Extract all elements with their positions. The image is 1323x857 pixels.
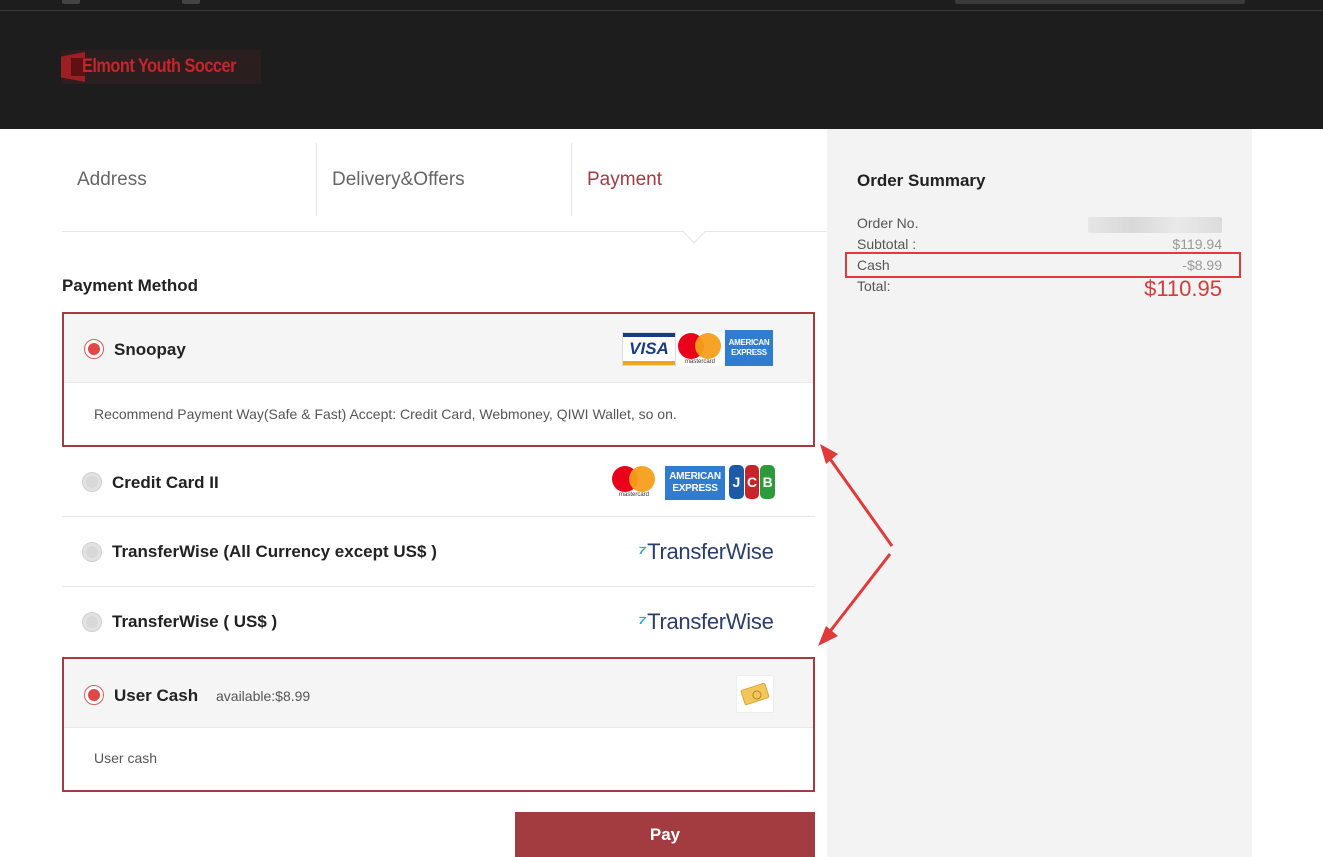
steps-divider: [62, 231, 827, 232]
payment-method-title: Payment Method: [62, 276, 199, 295]
visa-icon: VISA: [622, 332, 676, 366]
arrow-down-line: [826, 553, 892, 635]
payment-option-label: Snoopay: [114, 340, 186, 359]
active-step-caret: [682, 220, 706, 244]
payment-option-credit-card-ii[interactable]: Credit Card II mastercard AMERICAN EXPRES…: [62, 447, 815, 517]
mastercard-icon: mastercard: [676, 332, 724, 366]
payment-option-description: User cash: [94, 750, 158, 766]
amex-icon: AMERICAN EXPRESS: [665, 466, 725, 500]
site-logo[interactable]: Elmont Youth Soccer: [61, 50, 261, 84]
payment-option-description: Recommend Payment Way(Safe & Fast) Accep…: [94, 406, 677, 422]
user-cash-radio[interactable]: [84, 685, 104, 705]
payment-option-label: User Cash: [114, 686, 199, 705]
order-number-label: Order No.: [857, 215, 919, 231]
payment-option-header[interactable]: User Cash available:$8.99: [64, 659, 813, 728]
transferwise-usd-radio[interactable]: [82, 612, 102, 632]
total-label: Total:: [857, 278, 891, 294]
logo-mark-icon: [61, 50, 85, 84]
user-cash-available: available:$8.99: [216, 688, 311, 704]
payment-option-transferwise-all[interactable]: TransferWise (All Currency except US$ ) …: [62, 517, 815, 587]
mastercard-icon: mastercard: [610, 465, 658, 499]
step-payment[interactable]: Payment: [572, 143, 827, 216]
step-label: Address: [77, 168, 147, 190]
order-number-value-redacted: [1088, 217, 1222, 233]
checkout-steps: Address Delivery&Offers Payment: [62, 143, 827, 216]
transferwise-logo: ⁷ TransferWise: [638, 539, 774, 564]
payment-option-header[interactable]: Snoopay VISA mastercard AMERICAN EXPRESS: [64, 314, 813, 383]
step-label: Payment: [587, 168, 662, 190]
transferwise-logo: ⁷ TransferWise: [638, 609, 774, 634]
header-topbar-icon[interactable]: [62, 0, 80, 4]
arrow-up-line: [826, 455, 894, 547]
order-number-row: Order No.: [857, 215, 1222, 233]
site-header: Elmont Youth Soccer: [0, 0, 1323, 129]
step-delivery-offers[interactable]: Delivery&Offers: [317, 143, 572, 216]
arrow-up-head: [820, 444, 838, 464]
payment-option-label: Credit Card II: [112, 473, 219, 492]
step-address[interactable]: Address: [62, 143, 317, 216]
payment-option-label: TransferWise ( US$ ): [112, 612, 278, 631]
logo-text: Elmont Youth Soccer: [82, 56, 236, 77]
jcb-icon: J C B: [729, 465, 776, 499]
cash-icon: [736, 675, 774, 713]
header-topbar-icon[interactable]: [182, 0, 200, 4]
pay-button[interactable]: Pay: [515, 812, 815, 857]
payment-option-transferwise-usd[interactable]: TransferWise ( US$ ) ⁷ TransferWise: [62, 587, 815, 657]
amex-icon: AMERICAN EXPRESS: [725, 330, 773, 366]
payment-option-user-cash[interactable]: User Cash available:$8.99 User cash: [62, 657, 815, 792]
annotation-arrows: [818, 444, 894, 646]
snoopay-radio[interactable]: [84, 339, 104, 359]
subtotal-value: $119.94: [1172, 236, 1222, 252]
header-divider: [0, 10, 1323, 11]
header-topbar-links[interactable]: [955, 0, 1245, 4]
payment-option-body: Recommend Payment Way(Safe & Fast) Accep…: [64, 383, 813, 445]
order-summary-title: Order Summary: [857, 171, 986, 190]
transferwise-all-radio[interactable]: [82, 542, 102, 562]
step-label: Delivery&Offers: [332, 168, 465, 190]
payment-option-snoopay[interactable]: Snoopay VISA mastercard AMERICAN EXPRESS …: [62, 312, 815, 447]
subtotal-row: Subtotal : $119.94: [857, 236, 1222, 252]
subtotal-label: Subtotal :: [857, 236, 917, 252]
credit-card-ii-radio[interactable]: [82, 472, 102, 492]
arrow-down-head: [818, 626, 838, 646]
payment-option-label: TransferWise (All Currency except US$ ): [112, 542, 437, 561]
payment-option-body: User cash: [64, 728, 813, 790]
cash-highlight-box: [845, 252, 1241, 278]
total-value: $110.95: [1144, 276, 1222, 301]
